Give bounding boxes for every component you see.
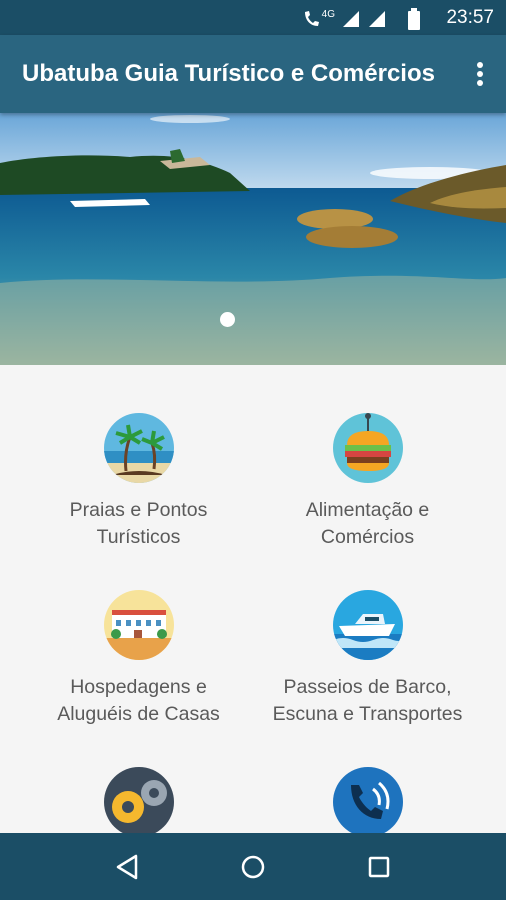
category-hospedagens[interactable]: Hospedagens e Aluguéis de Casas: [12, 590, 265, 728]
navigation-bar: [0, 833, 506, 900]
category-label: Praias e Pontos Turísticos: [69, 499, 208, 548]
home-icon[interactable]: [236, 850, 270, 884]
category-servicos[interactable]: [12, 767, 265, 833]
category-alimentacao[interactable]: Alimentação e Comércios: [241, 413, 494, 551]
category-label: Alimentação e Comércios: [305, 499, 430, 548]
clock: 23:57: [446, 7, 494, 28]
boat-icon: [332, 590, 403, 660]
status-bar: 4G 23:57: [0, 0, 506, 35]
beach-icon: [103, 413, 174, 483]
signal-icon-2: [369, 11, 385, 27]
category-label: Hospedagens e Aluguéis de Casas: [57, 676, 220, 725]
burger-icon: [332, 413, 403, 483]
hotel-icon: [103, 590, 174, 660]
more-vert-icon[interactable]: [468, 60, 492, 90]
beach-photo: [0, 113, 506, 365]
app-title: Ubatuba Guia Turístico e Comércios: [22, 60, 435, 87]
app-bar: Ubatuba Guia Turístico e Comércios: [0, 35, 506, 113]
phone-icon: [332, 767, 403, 833]
network-type: 4G: [321, 8, 335, 20]
carousel-dot-active[interactable]: [220, 312, 235, 327]
gears-icon: [103, 767, 174, 833]
battery-icon: [408, 8, 420, 30]
category-grid: Praias e Pontos Turísticos Alimentação e…: [0, 365, 506, 833]
wifi-call-icon: [304, 11, 319, 26]
status-icons: 4G: [302, 8, 421, 30]
back-icon[interactable]: [110, 850, 144, 884]
category-contato[interactable]: [241, 767, 494, 833]
hero-carousel[interactable]: [0, 113, 506, 365]
category-passeios[interactable]: Passeios de Barco, Escuna e Transportes: [241, 590, 494, 728]
category-label: Passeios de Barco, Escuna e Transportes: [272, 676, 463, 725]
category-praias[interactable]: Praias e Pontos Turísticos: [12, 413, 265, 551]
recents-icon[interactable]: [362, 850, 396, 884]
signal-icon: [343, 11, 359, 27]
